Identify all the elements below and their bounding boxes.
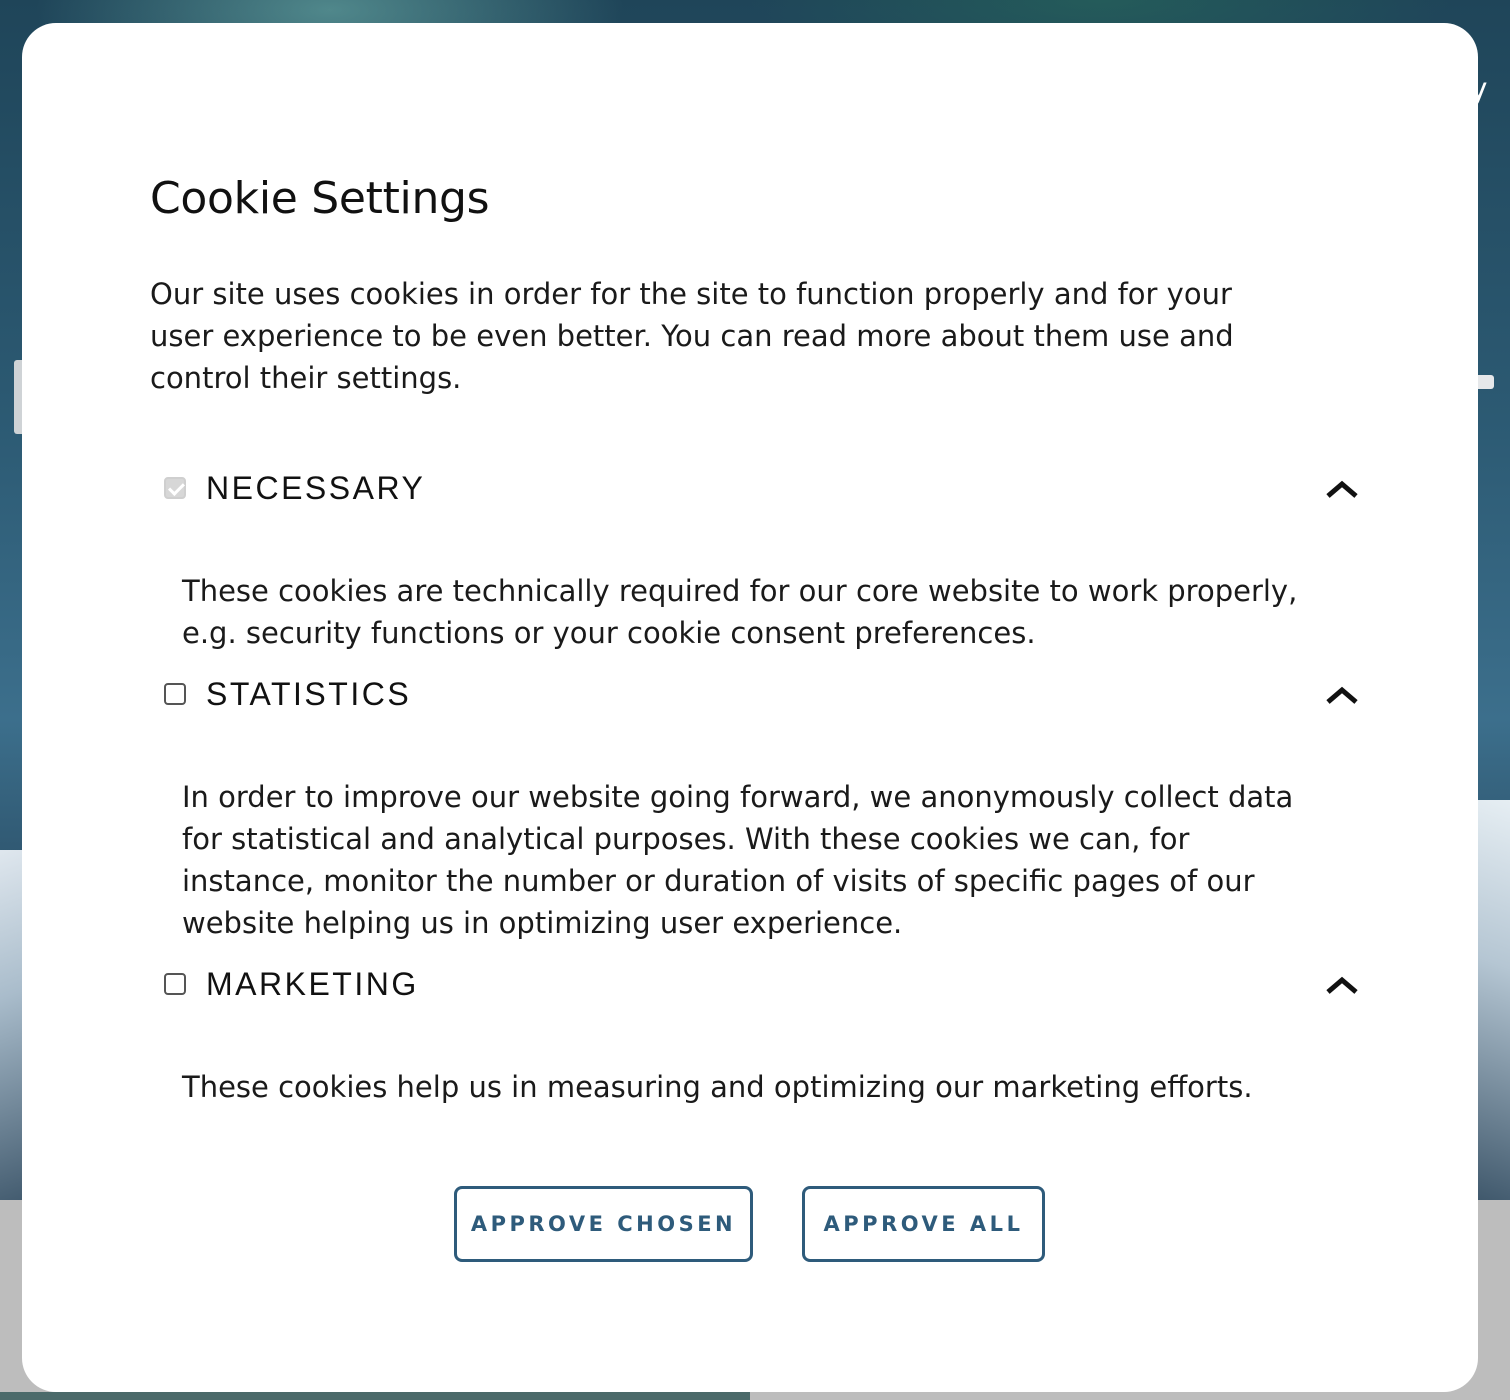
chevron-up-icon[interactable] xyxy=(1324,964,1360,1004)
approve-chosen-button[interactable]: APPROVE CHOSEN xyxy=(454,1186,753,1262)
cookie-settings-modal: Cookie Settings Our site uses cookies in… xyxy=(22,23,1478,1392)
statistics-checkbox[interactable] xyxy=(164,683,186,705)
category-label: STATISTICS xyxy=(206,675,412,712)
category-marketing: MARKETING These cookies help us in measu… xyxy=(164,964,1364,1108)
marketing-checkbox[interactable] xyxy=(164,973,186,995)
category-statistics-header[interactable]: STATISTICS xyxy=(164,674,1364,714)
background-footer-strip xyxy=(0,1392,750,1400)
necessary-checkbox xyxy=(164,477,186,499)
modal-intro-text: Our site uses cookies in order for the s… xyxy=(150,277,1234,395)
category-description: These cookies help us in measuring and o… xyxy=(182,1070,1253,1104)
category-description: In order to improve our website going fo… xyxy=(182,780,1294,940)
modal-title: Cookie Settings xyxy=(150,173,490,224)
category-label: MARKETING xyxy=(206,965,419,1002)
chevron-up-icon[interactable] xyxy=(1324,468,1360,508)
category-necessary: NECESSARY These cookies are technically … xyxy=(164,468,1364,654)
category-label: NECESSARY xyxy=(206,469,426,506)
category-necessary-header[interactable]: NECESSARY xyxy=(164,468,1364,508)
approve-all-button[interactable]: APPROVE ALL xyxy=(802,1186,1045,1262)
chevron-up-icon[interactable] xyxy=(1324,674,1360,714)
category-marketing-header[interactable]: MARKETING xyxy=(164,964,1364,1004)
category-statistics: STATISTICS In order to improve our websi… xyxy=(164,674,1364,944)
category-description: These cookies are technically required f… xyxy=(182,574,1298,650)
